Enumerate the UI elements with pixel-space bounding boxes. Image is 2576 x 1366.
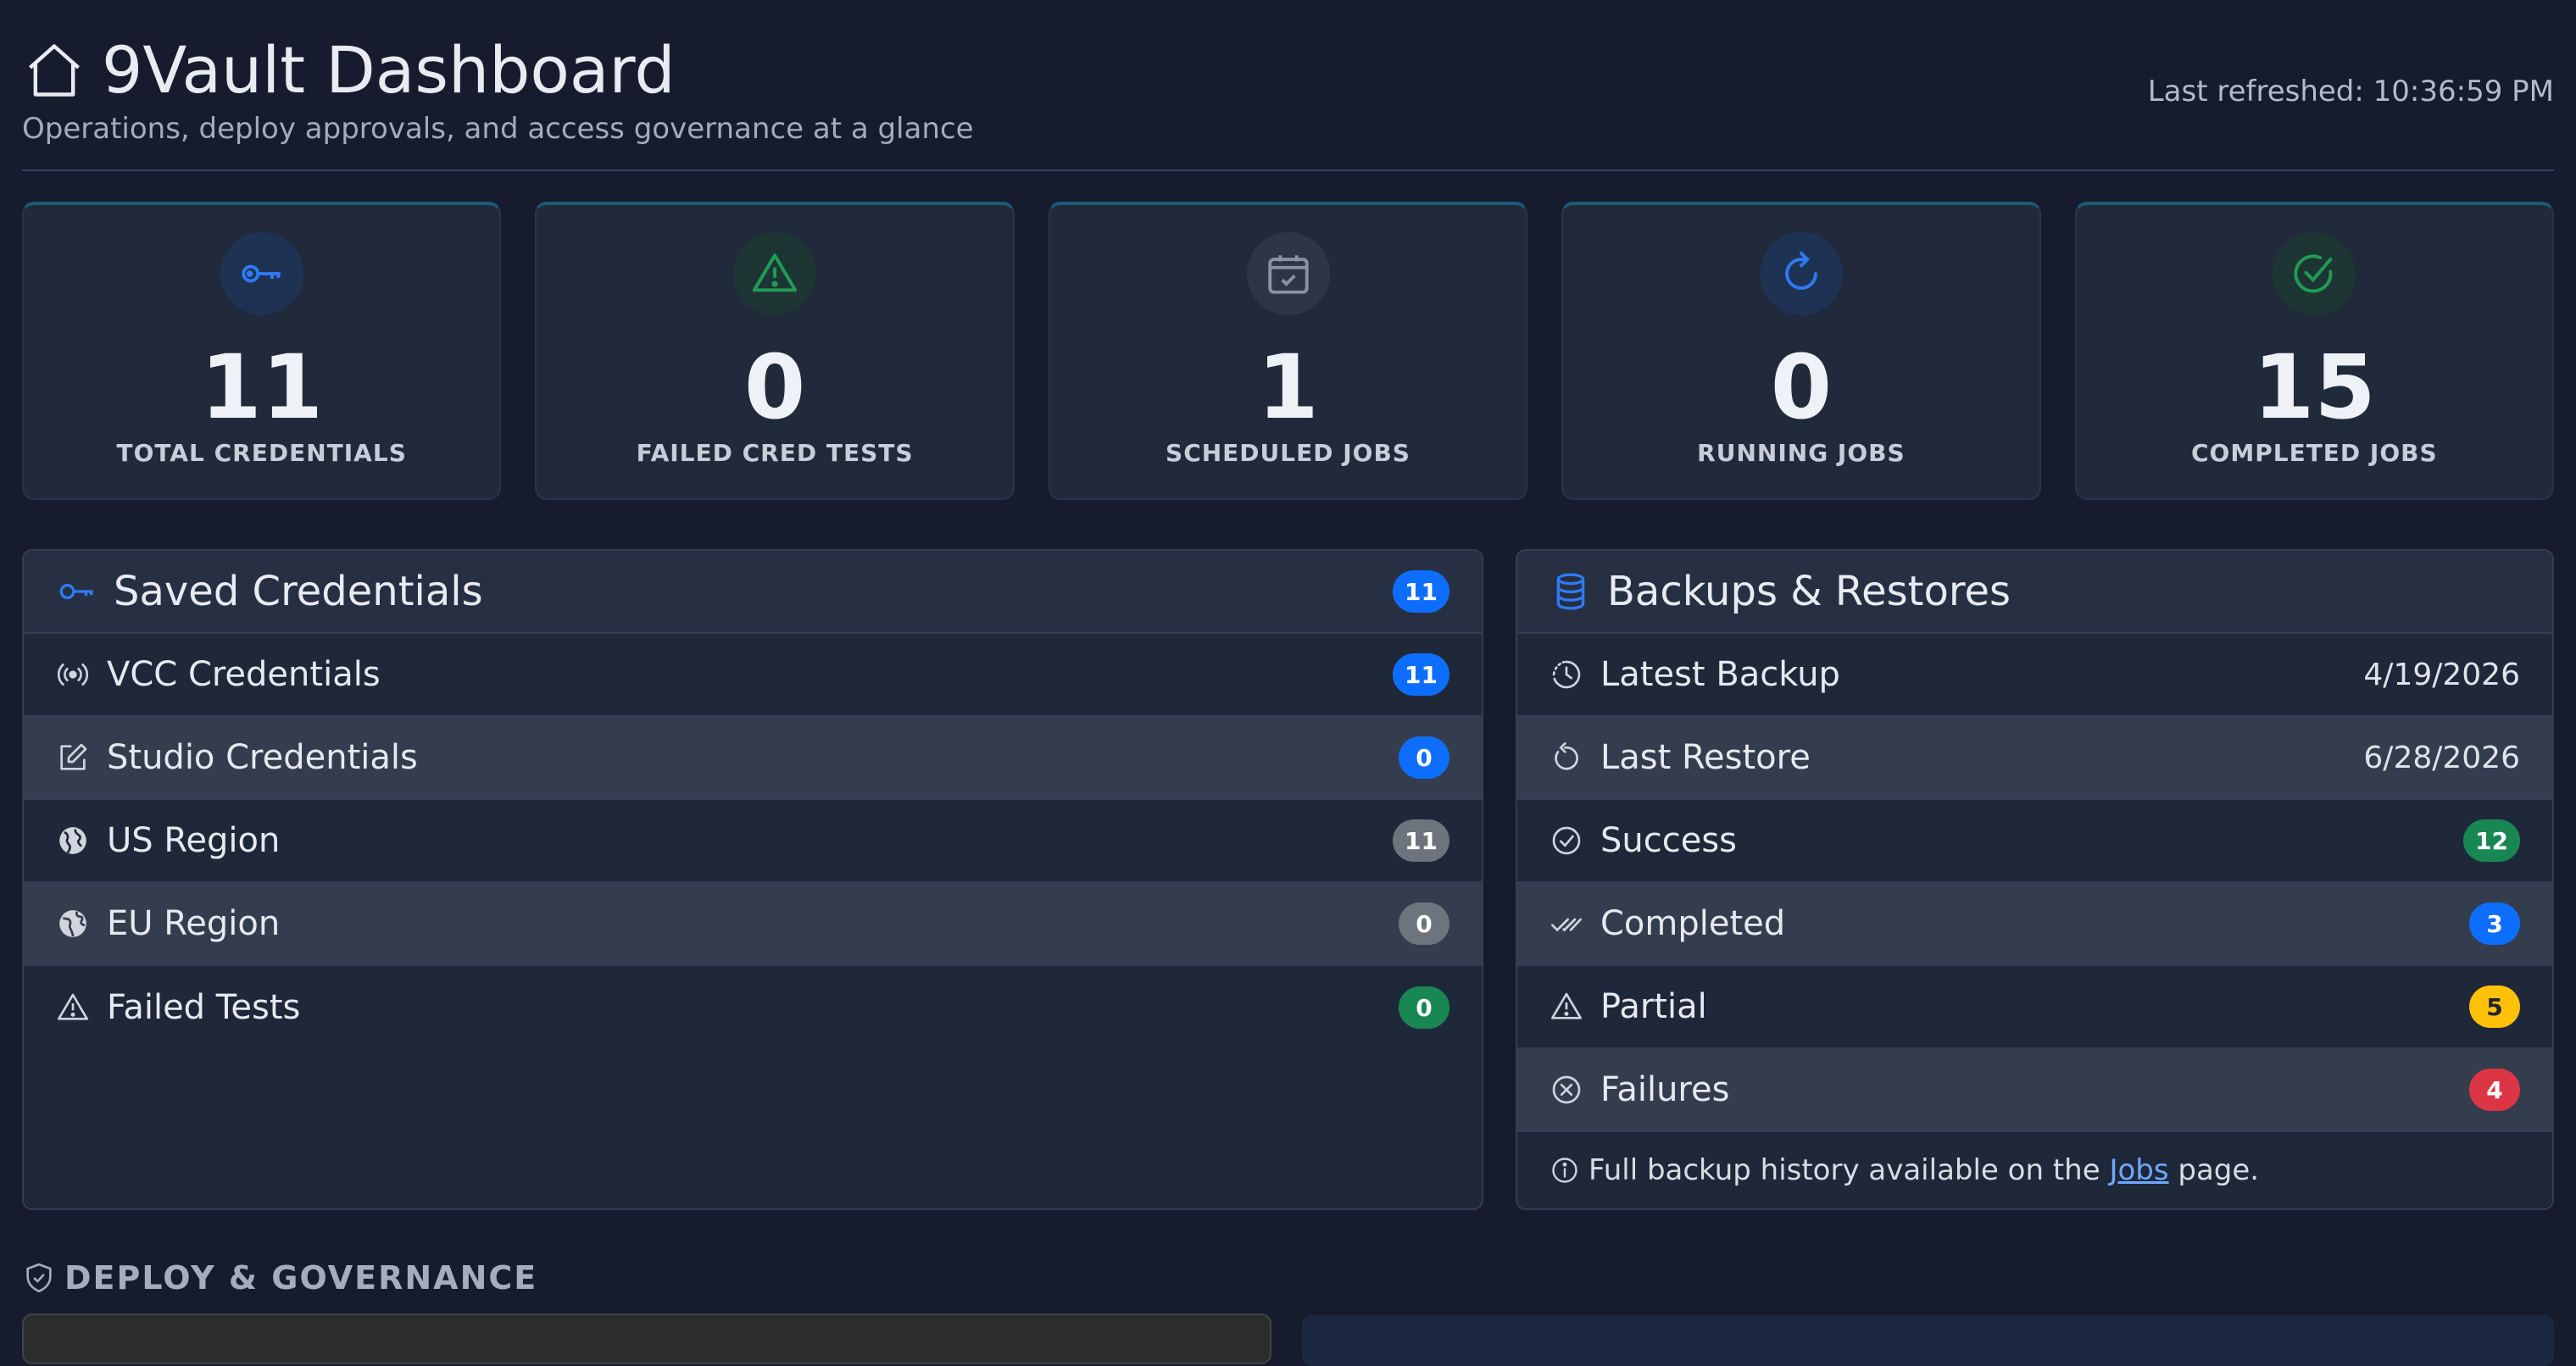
deploy-card-right: [1302, 1315, 2554, 1366]
row-label: EU Region: [107, 904, 281, 943]
row-label: Completed: [1600, 904, 1786, 943]
page-title: 9Vault Dashboard: [102, 32, 676, 108]
stat-value: 1: [1257, 336, 1319, 439]
warning-icon: [1551, 992, 1582, 1019]
refresh-icon: [1785, 251, 1817, 290]
x-circle-icon: [1552, 1075, 1581, 1104]
panel-header: Saved Credentials 11: [24, 551, 1482, 634]
row-label: VCC Credentials: [107, 655, 381, 694]
database-icon: [1556, 573, 1585, 610]
credential-row-vcc[interactable]: VCC Credentials 11: [24, 634, 1482, 717]
row-label: US Region: [107, 821, 281, 860]
deploy-governance-heading: DEPLOY & GOVERNANCE: [22, 1259, 537, 1297]
count-badge: 0: [1399, 902, 1449, 945]
count-badge: 3: [2469, 902, 2520, 945]
stat-icon-wrap: [733, 232, 817, 315]
row-label: Failed Tests: [107, 988, 301, 1027]
key-icon: [59, 584, 93, 599]
stat-label: SCHEDULED JOBS: [1166, 439, 1410, 467]
row-label: Success: [1600, 821, 1738, 860]
row-value: 4/19/2026: [2363, 657, 2520, 692]
backup-row-partial[interactable]: Partial 5: [1517, 966, 2552, 1049]
backup-history-note: Full backup history available on the Job…: [1517, 1132, 2552, 1208]
stat-icon-wrap: [1246, 232, 1330, 315]
backup-row-failures[interactable]: Failures 4: [1517, 1049, 2552, 1132]
globe-americas-icon: [59, 827, 86, 854]
title-row: 9Vault Dashboard: [22, 32, 676, 108]
count-badge: 12: [2463, 819, 2520, 862]
edit-icon: [60, 743, 87, 770]
note-suffix: page.: [2178, 1153, 2260, 1187]
count-badge: 11: [1393, 570, 1449, 613]
backup-row-latest-backup[interactable]: Latest Backup 4/19/2026: [1517, 634, 2552, 717]
section-title: DEPLOY & GOVERNANCE: [64, 1259, 538, 1297]
stat-card-running-jobs[interactable]: 0 RUNNING JOBS: [1561, 202, 2041, 500]
jobs-link[interactable]: Jobs: [2109, 1153, 2168, 1187]
count-badge: 11: [1393, 653, 1449, 696]
stat-label: TOTAL CREDENTIALS: [116, 439, 407, 467]
info-icon: [1552, 1158, 1577, 1183]
stat-value: 0: [743, 336, 806, 439]
broadcast-icon: [57, 664, 89, 686]
row-label: Last Restore: [1600, 738, 1811, 777]
stats-row: 11 TOTAL CREDENTIALS 0 FAILED CRED TESTS…: [22, 202, 2555, 500]
stat-value: 11: [200, 336, 324, 439]
stat-label: RUNNING JOBS: [1697, 439, 1906, 467]
credential-row-failed-tests[interactable]: Failed Tests 0: [24, 966, 1482, 1049]
stat-card-completed-jobs[interactable]: 15 COMPLETED JOBS: [2074, 202, 2555, 500]
backups-restores-panel: Backups & Restores Latest Backup 4/19/20…: [1516, 549, 2554, 1210]
stat-icon-wrap: [2273, 232, 2356, 315]
credential-row-eu-region[interactable]: EU Region 0: [24, 883, 1482, 966]
row-label: Partial: [1600, 987, 1707, 1026]
stat-label: FAILED CRED TESTS: [636, 439, 914, 467]
last-refreshed: Last refreshed: 10:36:59 PM: [2147, 75, 2554, 108]
count-badge: 11: [1393, 819, 1449, 862]
stat-card-failed-cred-tests[interactable]: 0 FAILED CRED TESTS: [535, 202, 1015, 500]
key-icon: [242, 264, 281, 283]
restore-icon: [1555, 742, 1578, 770]
panel-title: Backups & Restores: [1607, 568, 2011, 615]
count-badge: 4: [2469, 1069, 2520, 1111]
house-icon: [29, 44, 80, 97]
stat-icon-wrap: [1759, 232, 1843, 315]
count-badge: 0: [1399, 736, 1449, 779]
warning-icon: [753, 253, 798, 292]
row-label: Latest Backup: [1600, 655, 1840, 694]
clock-history-icon: [1552, 660, 1581, 689]
panel-header: Backups & Restores: [1517, 551, 2552, 634]
globe-europe-icon: [59, 910, 86, 937]
backup-row-success[interactable]: Success 12: [1517, 800, 2552, 883]
warning-icon: [58, 993, 88, 1020]
stat-card-total-credentials[interactable]: 11 TOTAL CREDENTIALS: [22, 202, 502, 500]
row-value: 6/28/2026: [2363, 740, 2520, 775]
calendar-check-icon: [1267, 255, 1309, 294]
check-circle-icon: [2294, 254, 2333, 293]
credential-row-us-region[interactable]: US Region 11: [24, 800, 1482, 883]
double-check-icon: [1551, 918, 1582, 932]
stat-value: 15: [2252, 336, 2376, 439]
stat-icon-wrap: [220, 232, 303, 315]
stat-card-scheduled-jobs[interactable]: 1 SCHEDULED JOBS: [1048, 202, 1528, 500]
row-label: Failures: [1600, 1070, 1730, 1109]
stat-value: 0: [1770, 336, 1833, 439]
note-prefix: Full backup history available on the: [1588, 1153, 2100, 1187]
row-label: Studio Credentials: [107, 738, 418, 777]
page-subtitle: Operations, deploy approvals, and access…: [22, 112, 974, 146]
page-header: 9Vault Dashboard Operations, deploy appr…: [22, 0, 2554, 171]
saved-credentials-panel: Saved Credentials 11 VCC Credentials 11 …: [22, 549, 1483, 1210]
backup-row-completed[interactable]: Completed 3: [1517, 883, 2552, 966]
count-badge: 5: [2469, 986, 2520, 1028]
credential-row-studio[interactable]: Studio Credentials 0: [24, 717, 1482, 800]
panel-title: Saved Credentials: [114, 568, 483, 615]
check-circle-icon: [1552, 826, 1581, 855]
backup-row-last-restore[interactable]: Last Restore 6/28/2026: [1517, 717, 2552, 800]
deploy-card-left: [22, 1313, 1271, 1364]
shield-check-icon: [26, 1263, 52, 1293]
stat-label: COMPLETED JOBS: [2191, 439, 2438, 467]
count-badge: 0: [1399, 986, 1449, 1029]
